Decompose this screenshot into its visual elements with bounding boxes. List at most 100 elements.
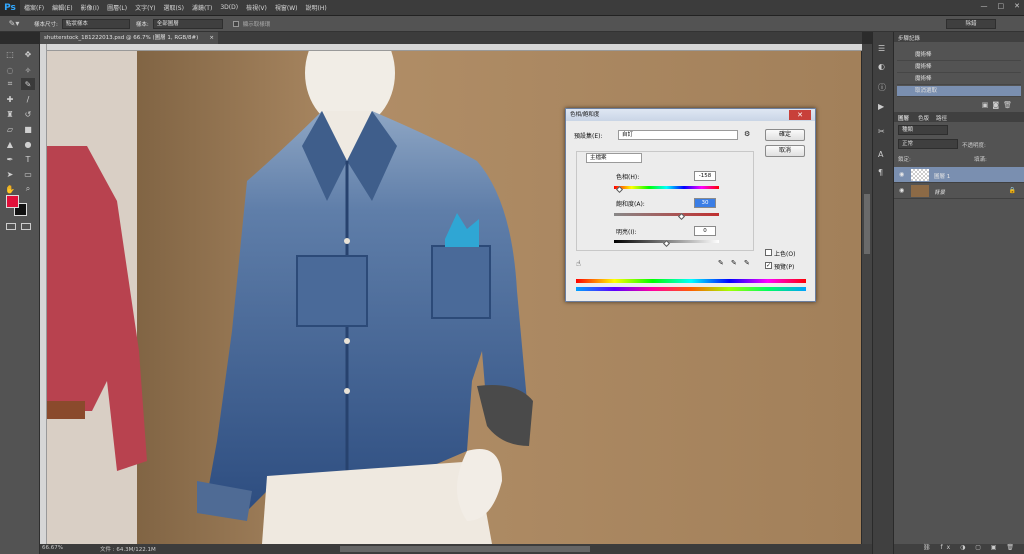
sample-size-select[interactable]: 點狀樣本 (61, 18, 130, 29)
blur-tool-icon[interactable]: ▲ (3, 138, 17, 150)
move-tool-icon[interactable]: ✥ (21, 48, 35, 60)
menu-edit[interactable]: 編輯(E) (48, 3, 76, 12)
saturation-slider-track[interactable] (614, 213, 719, 216)
healing-tool-icon[interactable]: ✚ (3, 93, 17, 105)
menu-filter[interactable]: 濾鏡(T) (188, 3, 216, 12)
channel-select[interactable]: 主檔案 (586, 153, 642, 163)
targeted-adjust-hand-icon[interactable]: ☝ (576, 259, 581, 268)
foreground-color-swatch[interactable] (6, 195, 19, 208)
layers-footer-icons[interactable]: ⛓ fx ◑ ▢ ▣ 🗑 (894, 544, 1024, 554)
type-tool-icon[interactable]: T (21, 153, 35, 165)
zoom-level[interactable]: 66.67% (42, 545, 63, 551)
layers-tab[interactable]: 圖層 (898, 114, 909, 122)
magic-wand-tool-icon[interactable]: ✧ (21, 64, 35, 76)
dialog-close-button[interactable]: ✕ (789, 110, 811, 120)
character-panel-icon[interactable]: A (878, 150, 883, 159)
minimize-button[interactable]: — (981, 2, 988, 10)
screen-mode-icon[interactable] (21, 223, 31, 230)
layer-row[interactable]: ◉ 背景 🔒 (894, 183, 1024, 199)
eyedropper-icon[interactable]: ✎▾ (0, 19, 28, 28)
hand-tool-icon[interactable]: ✋ (3, 183, 17, 195)
show-ring-checkbox[interactable] (232, 20, 239, 27)
menu-file[interactable]: 檔案(F) (20, 3, 48, 12)
colorize-checkbox[interactable] (765, 249, 772, 256)
history-step-active[interactable]: 取消選取 (897, 86, 1021, 97)
dodge-tool-icon[interactable]: ● (21, 138, 35, 150)
colorize-label: 上色(O) (774, 251, 796, 258)
hue-input[interactable]: -158 (694, 171, 716, 181)
close-window-button[interactable]: ✕ (1014, 2, 1020, 10)
scroll-thumb[interactable] (864, 194, 870, 254)
path-select-tool-icon[interactable]: ➤ (3, 168, 17, 180)
lock-label: 鎖定: (898, 157, 911, 163)
menu-layer[interactable]: 圖層(L) (103, 3, 131, 12)
hue-label: 色相(H): (616, 174, 640, 181)
history-brush-tool-icon[interactable]: ↺ (21, 108, 35, 120)
paragraph-panel-icon[interactable]: ¶ (878, 168, 883, 177)
crop-tool-icon[interactable]: ⌗ (3, 78, 17, 90)
eyedropper-plus-icon[interactable]: ✎ (731, 259, 737, 267)
properties-panel-icon[interactable]: ◐ (878, 62, 885, 71)
dialog-titlebar[interactable]: 色相/飽和度 (566, 109, 815, 121)
layer-row-active[interactable]: ◉ 圖層 1 (894, 167, 1024, 183)
actions-panel-icon[interactable]: ▶ (878, 102, 884, 111)
zoom-tool-icon[interactable]: ⌕ (21, 183, 35, 195)
eyedropper-minus-icon[interactable]: ✎ (744, 259, 750, 267)
brush-tool-icon[interactable]: / (21, 93, 35, 105)
workspace-select[interactable]: 除錯 (946, 18, 996, 29)
history-step[interactable]: 魔術棒 (897, 74, 1021, 85)
channels-tab[interactable]: 色版 (918, 114, 929, 122)
layer-filter-select[interactable]: 種類 (898, 125, 948, 135)
history-step[interactable]: 魔術棒 (897, 50, 1021, 61)
menu-3d[interactable]: 3D(D) (216, 4, 242, 11)
maximize-button[interactable]: □ (998, 2, 1005, 10)
blend-mode-select[interactable]: 正常 (898, 139, 958, 149)
window-controls: — □ ✕ (981, 2, 1021, 10)
history-step[interactable]: 魔術棒 (897, 62, 1021, 73)
document-tab[interactable]: shutterstock_181222013.psd @ 66.7% (圖層 1… (40, 32, 218, 44)
history-tab[interactable]: 步驟記錄 (898, 34, 920, 42)
preset-select[interactable]: 自訂 (618, 130, 738, 140)
tools-preset-icon[interactable]: ✂ (878, 127, 885, 136)
photoshop-logo: Ps (0, 0, 20, 16)
stamp-tool-icon[interactable]: ♜ (3, 108, 17, 120)
close-tab-icon[interactable]: × (209, 32, 214, 44)
vertical-scrollbar[interactable] (862, 44, 872, 544)
marquee-tool-icon[interactable]: ⬚ (3, 48, 17, 60)
preview-checkbox[interactable]: ✓ (765, 262, 772, 269)
shape-tool-icon[interactable]: ▭ (21, 168, 35, 180)
menu-help[interactable]: 說明(H) (302, 3, 331, 12)
eyedropper-tool-icon[interactable]: ✎ (21, 78, 35, 90)
menu-type[interactable]: 文字(Y) (131, 3, 159, 12)
menu-bar: Ps 檔案(F) 編輯(E) 影像(I) 圖層(L) 文字(Y) 選取(S) 濾… (0, 0, 1024, 16)
history-actions-icons[interactable]: ▣◙🗑 (982, 101, 1016, 109)
gradient-tool-icon[interactable]: ■ (21, 123, 35, 135)
tools-panel: ⬚ ✥ ◌ ✧ ⌗ ✎ ✚ / ♜ ↺ ▱ ■ ▲ ● ✒ T ➤ ▭ ✋ ⌕ (0, 44, 40, 554)
menu-image[interactable]: 影像(I) (77, 3, 103, 12)
ok-button[interactable]: 確定 (765, 129, 805, 141)
menu-view[interactable]: 檢視(V) (242, 3, 271, 12)
cancel-button[interactable]: 取消 (765, 145, 805, 157)
layer-name[interactable]: 背景 (934, 188, 945, 196)
sample-size-label: 樣本尺寸: (34, 21, 58, 28)
eyedropper-icon[interactable]: ✎ (718, 259, 724, 267)
layer-name[interactable]: 圖層 1 (934, 172, 950, 180)
horizontal-scroll-thumb[interactable] (340, 546, 590, 552)
layer-thumbnail (911, 169, 929, 181)
lasso-tool-icon[interactable]: ◌ (3, 64, 17, 76)
preset-options-gear-icon[interactable]: ⚙ (744, 130, 750, 138)
pen-tool-icon[interactable]: ✒ (3, 153, 17, 165)
visibility-eye-icon[interactable]: ◉ (899, 171, 904, 178)
paths-tab[interactable]: 路徑 (936, 114, 947, 122)
info-panel-icon[interactable]: ⓘ (878, 82, 886, 93)
menu-select[interactable]: 選取(S) (159, 3, 188, 12)
sample-select[interactable]: 全部圖層 (152, 18, 223, 29)
history-panel-icon[interactable]: ☰ (878, 44, 885, 53)
visibility-eye-icon[interactable]: ◉ (899, 187, 904, 194)
quick-mask-icon[interactable] (6, 223, 16, 230)
menu-window[interactable]: 視窗(W) (271, 3, 302, 12)
lightness-input[interactable]: 0 (694, 226, 716, 236)
eraser-tool-icon[interactable]: ▱ (3, 123, 17, 135)
hue-slider-track[interactable] (614, 186, 719, 189)
saturation-input[interactable]: 30 (694, 198, 716, 208)
